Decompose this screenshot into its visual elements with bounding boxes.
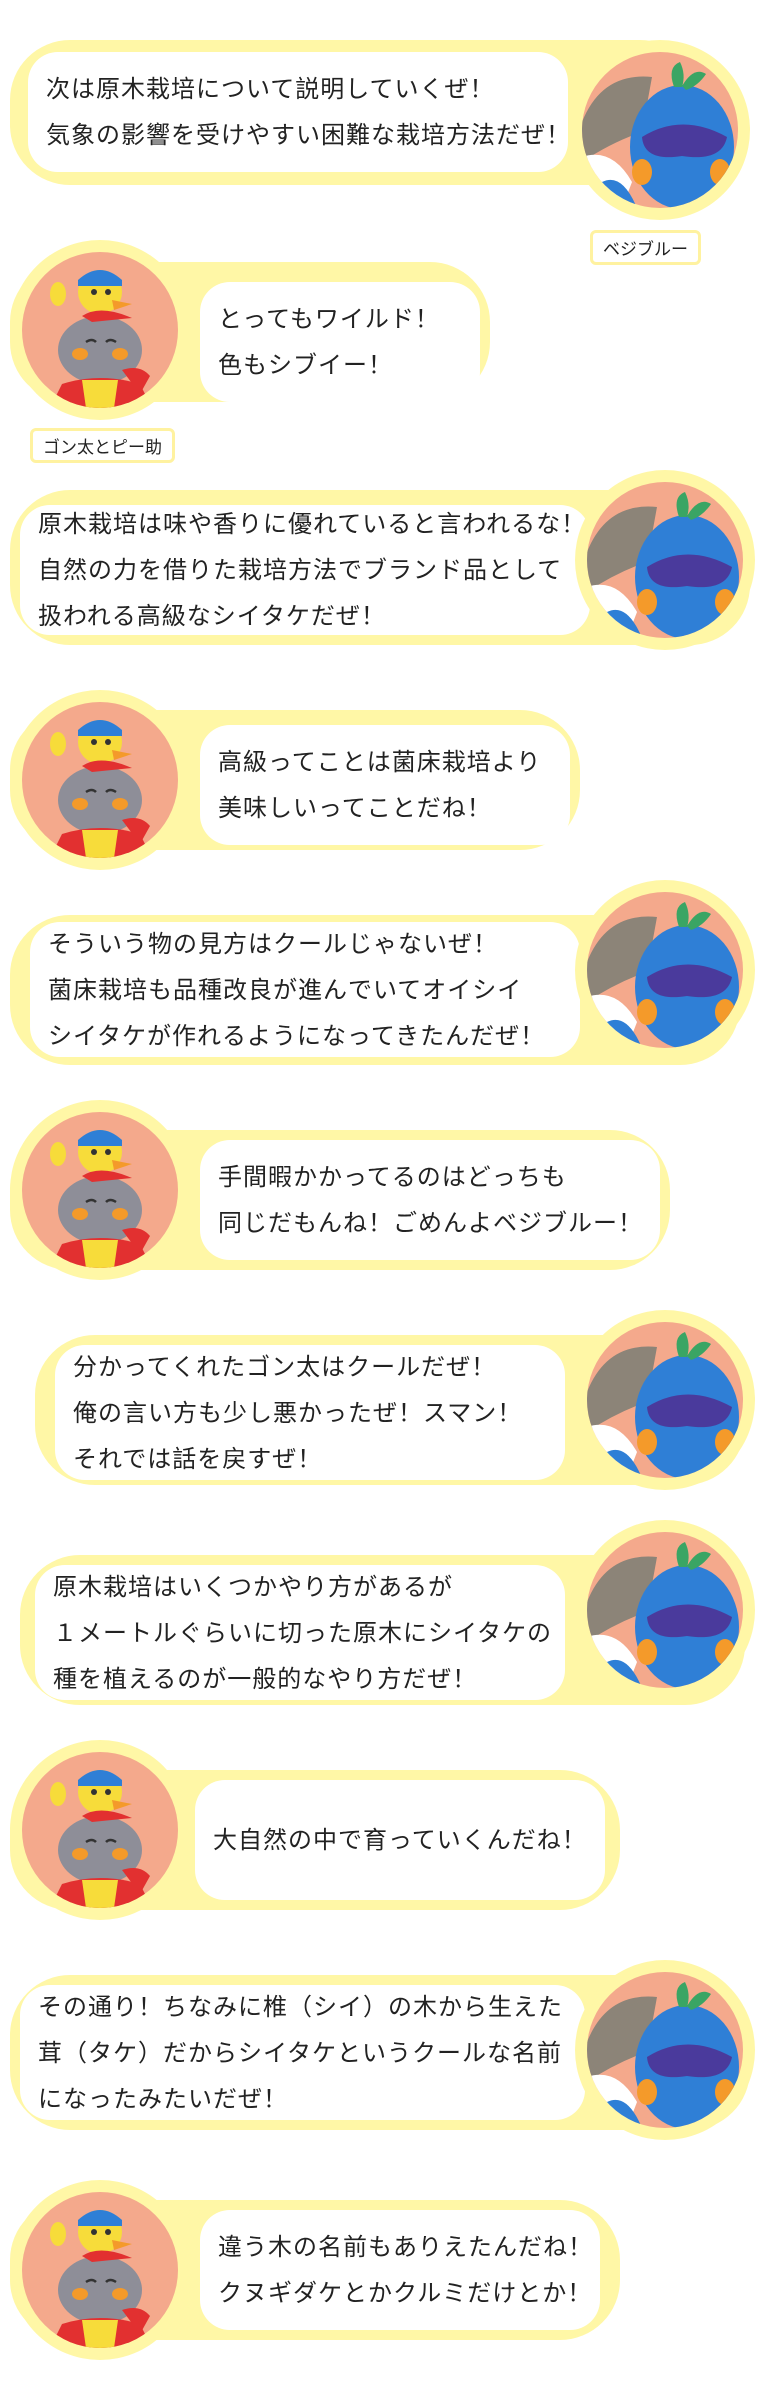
vege-blue-icon xyxy=(587,902,739,1048)
gon-pisuke-icon xyxy=(50,270,152,408)
gon-pisuke-avatar xyxy=(10,240,190,420)
dialogue-line: 大自然の中で育っていくんだね！ xyxy=(213,1826,587,1854)
dialogue-line: 原木栽培はいくつかやり方があるが xyxy=(53,1572,453,1601)
vege-blue-icon xyxy=(587,1332,739,1478)
vege-blue-avatar xyxy=(570,40,750,220)
speaker-name-tag: ゴン太とピー助 xyxy=(30,428,175,463)
dialogue-line: 気象の影響を受けやすい困難な栽培方法だぜ！ xyxy=(46,121,571,149)
vege-blue-avatar xyxy=(575,880,755,1060)
speech-bubble: とってもワイルド！ 色もシブイー！ xyxy=(200,282,480,402)
vege-blue-icon xyxy=(587,492,739,638)
speech-bubble: 原木栽培は味や香りに優れていると言われるな！ 自然の力を借りた栽培方法でブランド品… xyxy=(20,505,590,635)
dialogue-line: シイタケが作れるようになってきたんだぜ！ xyxy=(48,1021,546,1050)
dialogue-line: 種を植えるのが一般的なやり方だぜ！ xyxy=(53,1664,478,1693)
dialogue-line: 同じだもんね！ごめんよベジブルー！ xyxy=(218,1209,643,1237)
gon-pisuke-avatar xyxy=(10,1100,190,1280)
dialogue-line: になったみたいだぜ！ xyxy=(38,2084,288,2113)
dialogue-line: その通り！ちなみに椎（シイ）の木から生えた xyxy=(38,1992,563,2021)
gon-pisuke-icon xyxy=(50,1130,152,1268)
dialogue-line: 高級ってことは菌床栽培より xyxy=(218,748,542,776)
dialogue-line: そういう物の見方はクールじゃないぜ！ xyxy=(48,929,498,958)
vege-blue-avatar xyxy=(575,1310,755,1490)
speaker-name-tag: ベジブルー xyxy=(590,230,701,265)
speech-bubble: 違う木の名前もありえたんだね！ クヌギダケとかクルミだけとか！ xyxy=(200,2210,600,2330)
vege-blue-avatar xyxy=(575,470,755,650)
dialogue-line: 手間暇かかってるのはどっちも xyxy=(218,1163,567,1191)
vege-blue-icon xyxy=(582,62,734,208)
speech-bubble: そういう物の見方はクールじゃないぜ！ 菌床栽培も品種改良が進んでいてオイシイ シイタ… xyxy=(30,922,580,1057)
dialogue-line: それでは話を戻すぜ！ xyxy=(73,1444,323,1473)
speech-bubble: その通り！ちなみに椎（シイ）の木から生えた 茸（タケ）だからシイタケというクールな… xyxy=(20,1985,585,2120)
dialogue-line: 次は原木栽培について説明していくぜ！ xyxy=(46,75,495,103)
dialogue-line: 茸（タケ）だからシイタケというクールな名前 xyxy=(38,2038,563,2067)
dialogue-line: 俺の言い方も少し悪かったぜ！スマン！ xyxy=(73,1398,523,1427)
dialogue-line: 原木栽培は味や香りに優れていると言われるな！ xyxy=(38,510,587,538)
vege-blue-icon xyxy=(587,1982,739,2128)
dialogue-line: 分かってくれたゴン太はクールだぜ！ xyxy=(73,1352,497,1381)
dialogue-line: 美味しいってことだね！ xyxy=(218,794,492,822)
gon-pisuke-avatar xyxy=(10,1740,190,1920)
gon-pisuke-avatar xyxy=(10,2180,190,2360)
dialogue-line: 色もシブイー！ xyxy=(218,351,393,379)
speech-bubble: 分かってくれたゴン太はクールだぜ！ 俺の言い方も少し悪かったぜ！スマン！ それでは話… xyxy=(55,1345,565,1480)
dialogue-line: １メートルぐらいに切った原木にシイタケの xyxy=(53,1618,553,1647)
speech-bubble: 原木栽培はいくつかやり方があるが １メートルぐらいに切った原木にシイタケの 種を植え… xyxy=(35,1565,565,1700)
speech-bubble: 高級ってことは菌床栽培より 美味しいってことだね！ xyxy=(200,725,570,845)
gon-pisuke-icon xyxy=(50,1770,152,1908)
gon-pisuke-icon xyxy=(50,720,152,858)
gon-pisuke-icon xyxy=(50,2210,152,2348)
vege-blue-icon xyxy=(587,1542,739,1688)
vege-blue-avatar xyxy=(575,1520,755,1700)
speech-bubble: 手間暇かかってるのはどっちも同じだもんね！ごめんよベジブルー！ xyxy=(200,1140,660,1260)
dialogue-line: クヌギダケとかクルミだけとか！ xyxy=(218,2279,593,2307)
vege-blue-avatar xyxy=(575,1960,755,2140)
gon-pisuke-avatar xyxy=(10,690,190,870)
dialogue-line: 違う木の名前もありえたんだね！ xyxy=(218,2233,593,2261)
dialogue-line: とってもワイルド！ xyxy=(218,305,440,333)
dialogue-line: 自然の力を借りた栽培方法でブランド品として xyxy=(38,556,563,584)
dialogue-line: 菌床栽培も品種改良が進んでいてオイシイ xyxy=(48,975,523,1004)
dialogue-line: 扱われる高級なシイタケだぜ！ xyxy=(38,602,386,630)
speech-bubble: 次は原木栽培について説明していくぜ！ 気象の影響を受けやすい困難な栽培方法だぜ！ xyxy=(28,52,571,172)
speech-bubble: 大自然の中で育っていくんだね！ xyxy=(195,1780,605,1900)
